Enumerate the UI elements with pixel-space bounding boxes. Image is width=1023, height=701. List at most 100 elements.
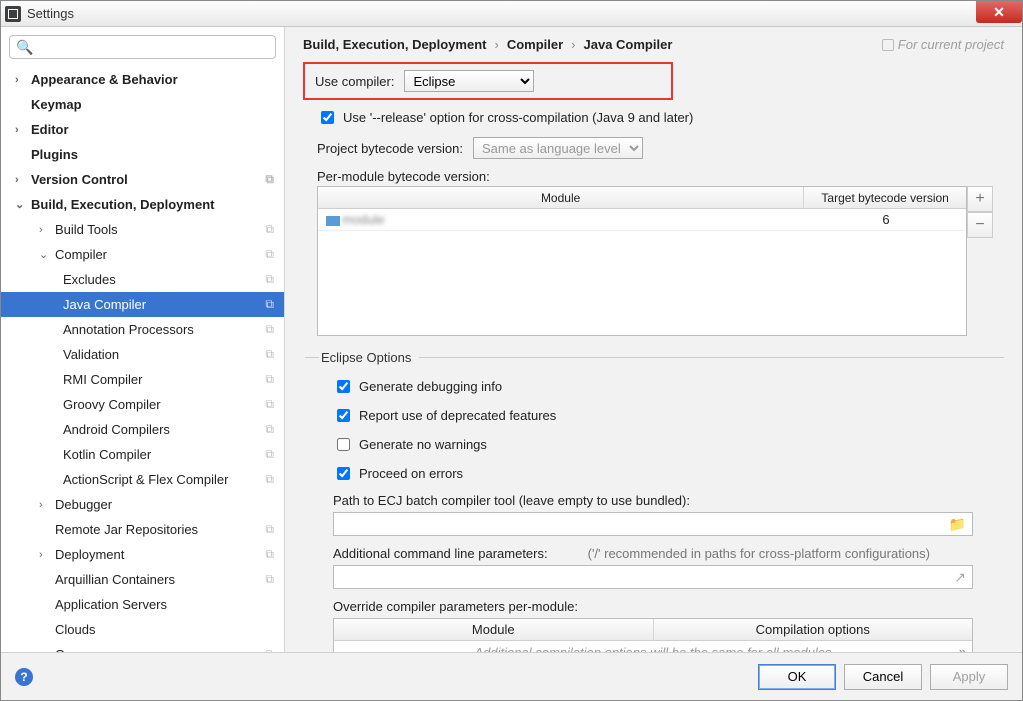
- per-module-table[interactable]: Module Target bytecode version module 6: [317, 186, 967, 336]
- search-icon: 🔍: [16, 39, 33, 56]
- expand-icon[interactable]: ↗: [954, 569, 966, 586]
- more-icon[interactable]: »: [959, 644, 966, 652]
- no-warnings-checkbox[interactable]: [337, 438, 350, 451]
- sidebar-item-groovy-compiler[interactable]: Groovy Compiler⧉: [1, 392, 284, 417]
- close-button[interactable]: ✕: [976, 1, 1022, 23]
- ok-button[interactable]: OK: [758, 664, 836, 690]
- copy-icon: ⧉: [265, 322, 274, 337]
- ecj-path-label: Path to ECJ batch compiler tool (leave e…: [333, 493, 1004, 508]
- sidebar-item-java-compiler[interactable]: Java Compiler⧉: [1, 292, 284, 317]
- sidebar-item-debugger[interactable]: ›Debugger: [1, 492, 284, 517]
- override-label: Override compiler parameters per-module:: [333, 599, 1004, 614]
- copy-icon: ⧉: [265, 547, 274, 562]
- sidebar-item-keymap[interactable]: Keymap: [1, 92, 284, 117]
- copy-icon: ⧉: [265, 272, 274, 287]
- window-title: Settings: [27, 6, 74, 21]
- table-row[interactable]: module 6: [318, 209, 966, 231]
- current-project-hint: For current project: [882, 37, 1004, 52]
- release-option-checkbox[interactable]: [321, 111, 334, 124]
- sidebar-item-android-compilers[interactable]: Android Compilers⧉: [1, 417, 284, 442]
- sidebar-item-actionscript-flex-compiler[interactable]: ActionScript & Flex Compiler⧉: [1, 467, 284, 492]
- copy-icon: ⧉: [265, 172, 274, 187]
- copy-icon: ⧉: [265, 247, 274, 262]
- sidebar-item-validation[interactable]: Validation⧉: [1, 342, 284, 367]
- remove-module-button[interactable]: −: [967, 212, 993, 238]
- search-bar[interactable]: 🔍: [9, 35, 276, 59]
- release-option-row[interactable]: Use '--release' option for cross-compila…: [317, 108, 1004, 127]
- module-header-module[interactable]: Module: [318, 187, 804, 208]
- chevron-icon: ⌄: [15, 198, 27, 211]
- chevron-icon: ›: [15, 124, 27, 136]
- module-icon: [326, 216, 340, 226]
- sidebar-item-build-tools[interactable]: ›Build Tools⧉: [1, 217, 284, 242]
- chevron-icon: ›: [39, 549, 51, 561]
- breadcrumb-3: Java Compiler: [584, 37, 673, 52]
- copy-icon: ⧉: [265, 397, 274, 412]
- eclipse-options-legend: Eclipse Options: [319, 350, 419, 365]
- override-table[interactable]: Module Compilation options Additional co…: [333, 618, 973, 652]
- sidebar-item-compiler[interactable]: ⌄Compiler⧉: [1, 242, 284, 267]
- help-button[interactable]: ?: [15, 668, 33, 686]
- copy-icon: ⧉: [265, 472, 274, 487]
- sidebar-item-excludes[interactable]: Excludes⧉: [1, 267, 284, 292]
- sidebar-item-deployment[interactable]: ›Deployment⧉: [1, 542, 284, 567]
- proceed-errors-checkbox[interactable]: [337, 467, 350, 480]
- sidebar-item-build-execution-deployment[interactable]: ⌄Build, Execution, Deployment: [1, 192, 284, 217]
- copy-icon: ⧉: [265, 297, 274, 312]
- use-compiler-label: Use compiler:: [315, 74, 394, 89]
- dialog-footer: ? OK Cancel Apply: [1, 652, 1022, 700]
- cancel-button[interactable]: Cancel: [844, 664, 922, 690]
- folder-icon[interactable]: 📁: [949, 516, 966, 533]
- search-input[interactable]: [37, 39, 269, 56]
- ecj-path-input[interactable]: 📁: [333, 512, 973, 536]
- sidebar-item-clouds[interactable]: Clouds: [1, 617, 284, 642]
- chevron-icon: ›: [39, 499, 51, 511]
- title-bar: Settings ✕: [1, 1, 1022, 27]
- sidebar-item-remote-jar-repositories[interactable]: Remote Jar Repositories⧉: [1, 517, 284, 542]
- copy-icon: ⧉: [265, 572, 274, 587]
- chevron-icon: ⌄: [39, 248, 51, 261]
- project-bytecode-row: Project bytecode version: Same as langua…: [317, 137, 1004, 159]
- sidebar-item-version-control[interactable]: ›Version Control⧉: [1, 167, 284, 192]
- release-option-label: Use '--release' option for cross-compila…: [343, 110, 693, 125]
- sidebar-item-appearance-behavior[interactable]: ›Appearance & Behavior: [1, 67, 284, 92]
- apply-button[interactable]: Apply: [930, 664, 1008, 690]
- report-deprecated-checkbox[interactable]: [337, 409, 350, 422]
- override-header-options[interactable]: Compilation options: [654, 619, 973, 640]
- breadcrumb-sep-icon: ›: [571, 37, 575, 52]
- breadcrumb: Build, Execution, Deployment › Compiler …: [303, 37, 1004, 52]
- per-module-label: Per-module bytecode version:: [317, 169, 1004, 184]
- override-header-module[interactable]: Module: [334, 619, 654, 640]
- sidebar-item-arquillian-containers[interactable]: Arquillian Containers⧉: [1, 567, 284, 592]
- project-bytecode-label: Project bytecode version:: [317, 141, 463, 156]
- sidebar-item-application-servers[interactable]: Application Servers: [1, 592, 284, 617]
- copy-icon: ⧉: [265, 447, 274, 462]
- copy-icon: ⧉: [265, 522, 274, 537]
- sidebar-item-editor[interactable]: ›Editor: [1, 117, 284, 142]
- sidebar-item-kotlin-compiler[interactable]: Kotlin Compiler⧉: [1, 442, 284, 467]
- copy-icon: [882, 39, 894, 51]
- sidebar-item-rmi-compiler[interactable]: RMI Compiler⧉: [1, 367, 284, 392]
- use-compiler-select[interactable]: Eclipse: [404, 70, 534, 92]
- sidebar-item-annotation-processors[interactable]: Annotation Processors⧉: [1, 317, 284, 342]
- chevron-icon: ›: [15, 174, 27, 186]
- breadcrumb-1[interactable]: Build, Execution, Deployment: [303, 37, 486, 52]
- breadcrumb-2[interactable]: Compiler: [507, 37, 563, 52]
- copy-icon: ⧉: [265, 372, 274, 387]
- sidebar-item-plugins[interactable]: Plugins: [1, 142, 284, 167]
- sidebar-item-coverage[interactable]: Coverage⧉: [1, 642, 284, 652]
- use-compiler-row: Use compiler: Eclipse: [303, 62, 673, 100]
- breadcrumb-sep-icon: ›: [494, 37, 498, 52]
- project-bytecode-select[interactable]: Same as language level: [473, 137, 643, 159]
- settings-tree[interactable]: ›Appearance & BehaviorKeymap›EditorPlugi…: [1, 67, 284, 652]
- settings-sidebar: 🔍 ›Appearance & BehaviorKeymap›EditorPlu…: [1, 27, 285, 652]
- module-header-target[interactable]: Target bytecode version: [804, 187, 966, 208]
- target-bytecode-cell[interactable]: 6: [806, 209, 966, 230]
- chevron-icon: ›: [39, 224, 51, 236]
- additional-params-input[interactable]: ↗: [333, 565, 973, 589]
- copy-icon: ⧉: [265, 222, 274, 237]
- gen-debug-checkbox[interactable]: [337, 380, 350, 393]
- copy-icon: ⧉: [265, 647, 274, 652]
- add-module-button[interactable]: +: [967, 186, 993, 212]
- chevron-icon: ›: [15, 74, 27, 86]
